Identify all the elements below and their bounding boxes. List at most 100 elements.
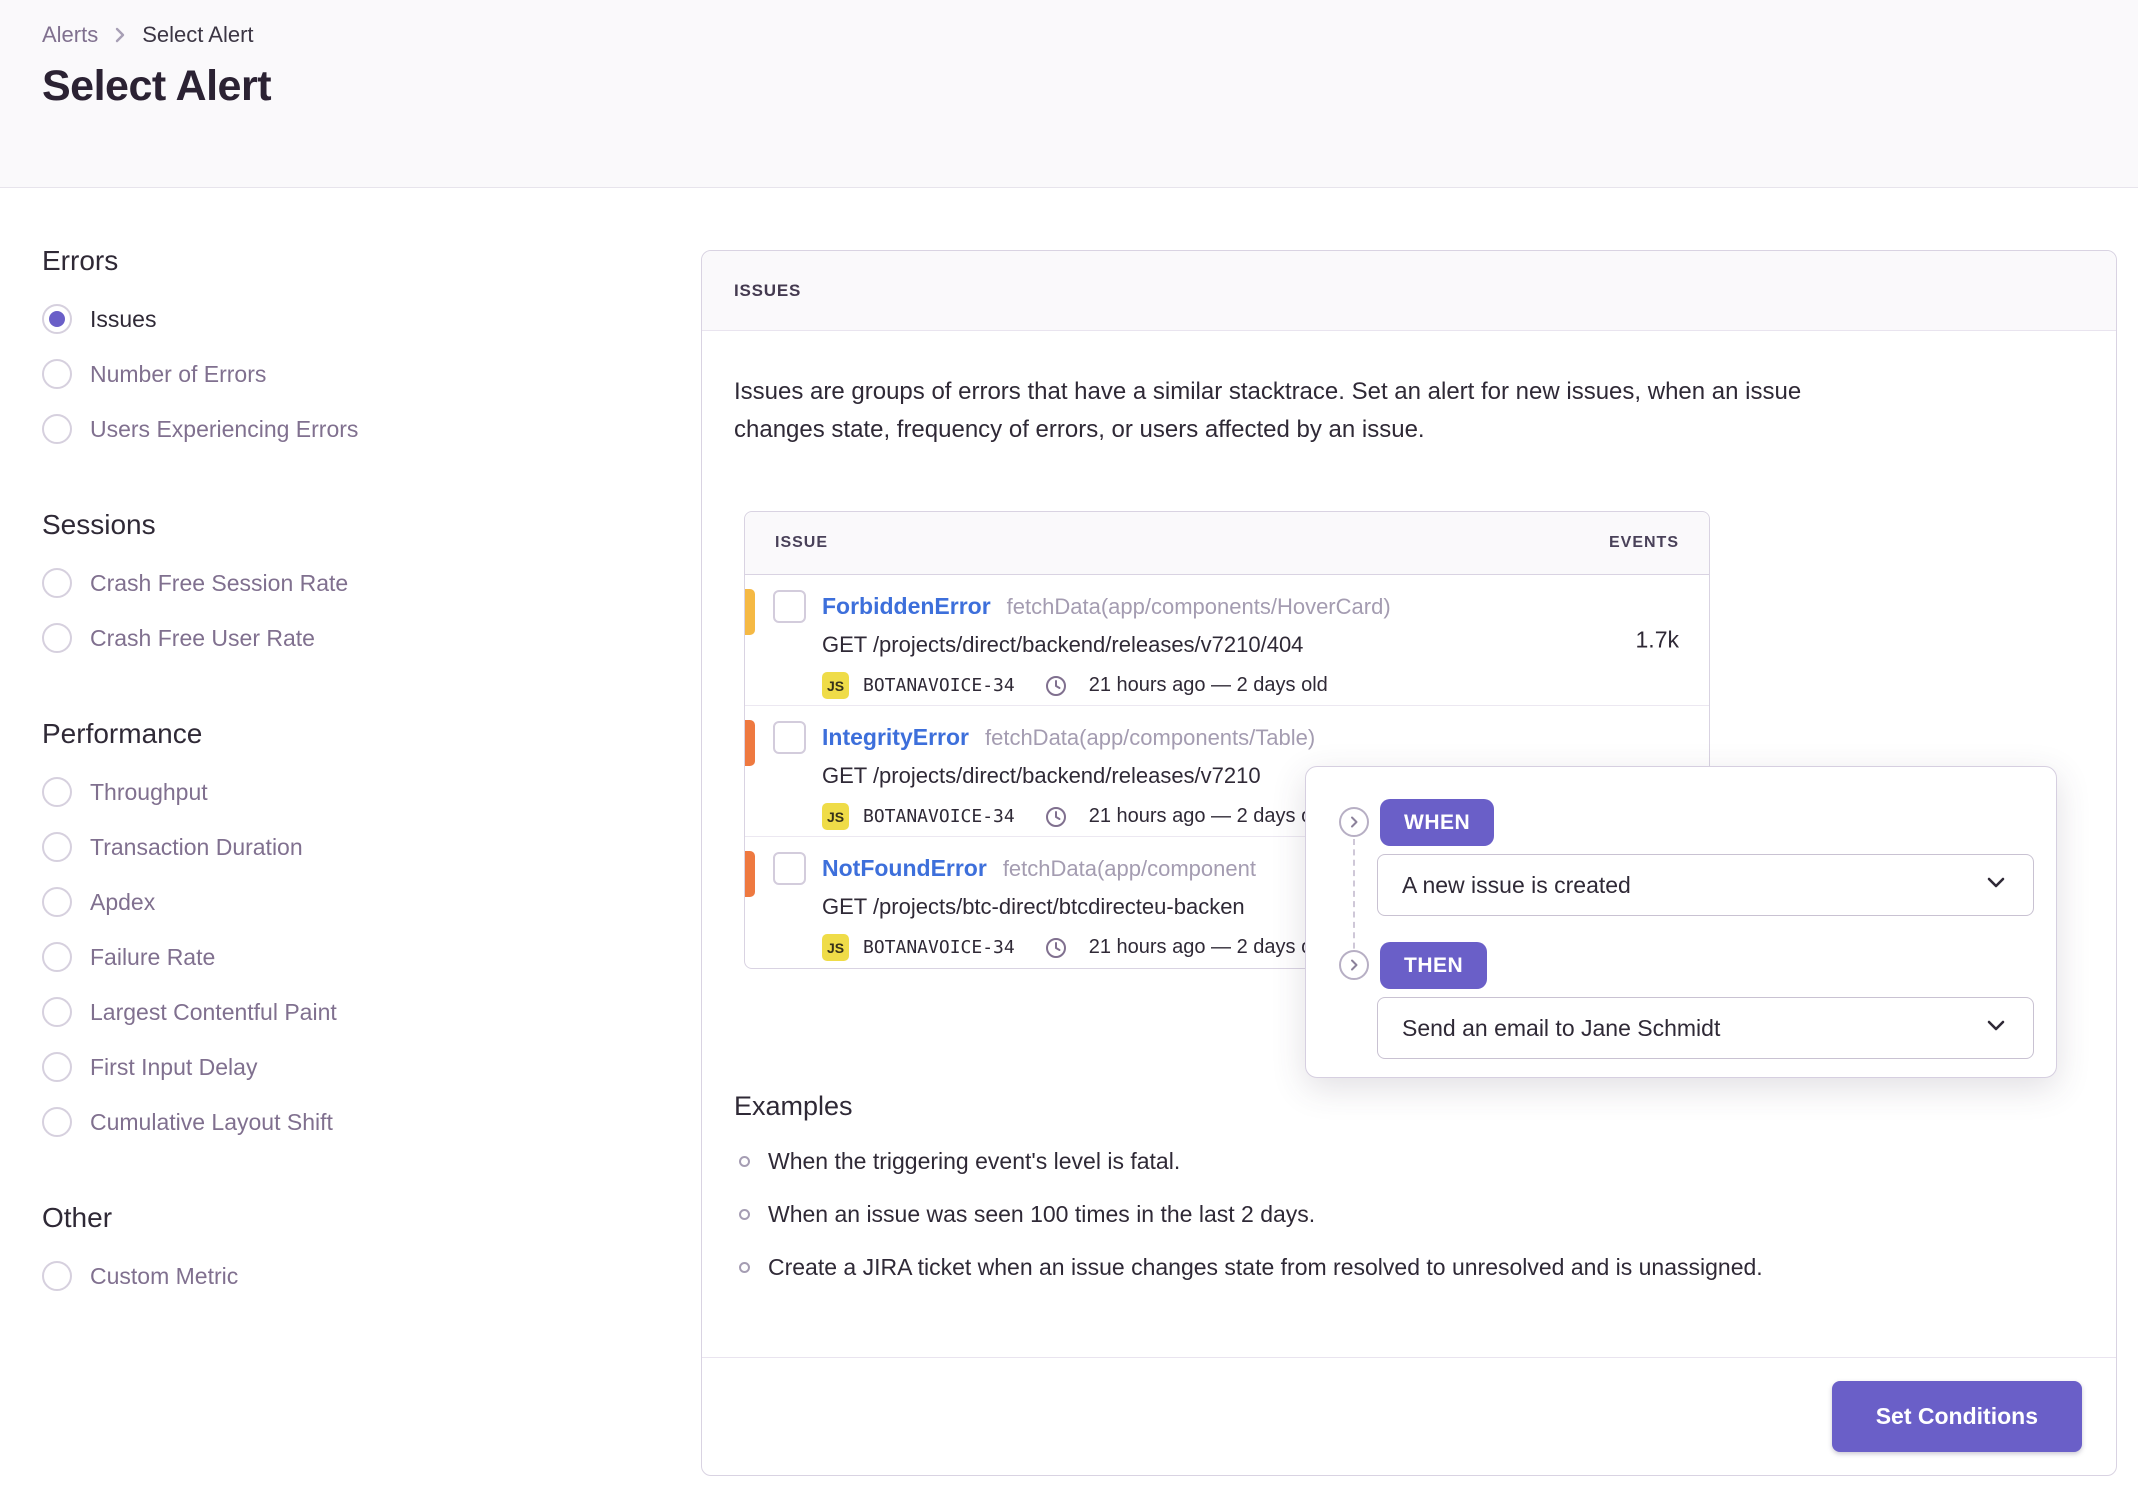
when-condition-select[interactable]: A new issue is created	[1377, 854, 2034, 916]
panel-footer: Set Conditions	[702, 1357, 2116, 1475]
radio-icon[interactable]	[42, 1107, 72, 1137]
example-text: When an issue was seen 100 times in the …	[768, 1201, 1316, 1227]
issue-culprit: fetchData(app/component	[1002, 856, 1256, 881]
connector-dotted-line	[1353, 839, 1355, 959]
examples-section: Examples When the triggering event's lev…	[734, 1091, 2116, 1281]
radio-label: Issues	[90, 305, 157, 332]
then-action-select[interactable]: Send an email to Jane Schmidt	[1377, 997, 2034, 1059]
breadcrumb: Alerts Select Alert	[42, 22, 254, 48]
radio-icon[interactable]	[42, 414, 72, 444]
issue-age: 21 hours ago — 2 days old	[1088, 674, 1328, 696]
example-text: Create a JIRA ticket when an issue chang…	[768, 1254, 1763, 1280]
radio-label: Users Experiencing Errors	[90, 415, 359, 442]
page-title: Select Alert	[42, 62, 272, 110]
list-item: When the triggering event's level is fat…	[734, 1147, 2116, 1175]
radio-icon[interactable]	[42, 997, 72, 1027]
radio-label: Crash Free Session Rate	[90, 569, 349, 596]
issue-title-link[interactable]: ForbiddenError	[822, 593, 991, 620]
sidebar-section-errors: Errors Issues Number of Errors Users Exp…	[42, 245, 512, 445]
clock-icon	[1045, 937, 1067, 959]
breadcrumb-alerts-link[interactable]: Alerts	[42, 22, 98, 48]
issues-panel-title: ISSUES	[734, 280, 802, 300]
sidebar-section-performance: Performance Throughput Transaction Durat…	[42, 718, 512, 1138]
radio-option-users-experiencing-errors[interactable]: Users Experiencing Errors	[42, 413, 512, 445]
list-item: Create a JIRA ticket when an issue chang…	[734, 1253, 2116, 1281]
issue-short-id: BOTANAVOICE-34	[863, 675, 1015, 696]
issue-checkbox[interactable]	[773, 721, 806, 754]
radio-option-crash-free-session-rate[interactable]: Crash Free Session Rate	[42, 567, 512, 599]
issue-checkbox[interactable]	[773, 590, 806, 623]
radio-label: Crash Free User Rate	[90, 624, 315, 651]
issue-level-indicator	[745, 851, 755, 897]
radio-icon[interactable]	[42, 887, 72, 917]
issues-description-line-2: changes state, frequency of errors, or u…	[734, 416, 1425, 443]
column-header-events: EVENTS	[1608, 534, 1679, 551]
list-item: When an issue was seen 100 times in the …	[734, 1200, 2116, 1228]
issue-culprit: fetchData(app/components/HoverCard)	[1006, 594, 1391, 619]
issues-panel-header: ISSUES	[702, 251, 2116, 331]
chevron-right-circle-icon	[1339, 807, 1369, 837]
section-heading-performance: Performance	[42, 718, 203, 749]
issue-path: GET /projects/direct/backend/releases/v7…	[822, 632, 1304, 657]
issue-events-count: 1.7k	[1635, 626, 1679, 653]
radio-label: Custom Metric	[90, 1262, 239, 1289]
radio-option-apdex[interactable]: Apdex	[42, 886, 512, 918]
column-header-issue: ISSUE	[775, 534, 829, 551]
radio-icon[interactable]	[42, 777, 72, 807]
radio-option-largest-contentful-paint[interactable]: Largest Contentful Paint	[42, 996, 512, 1028]
alert-type-sidebar: Errors Issues Number of Errors Users Exp…	[42, 245, 512, 1356]
chevron-down-icon	[1983, 1012, 2009, 1044]
when-then-overlay: WHEN A new issue is created THEN Send an…	[1305, 766, 2057, 1078]
sidebar-section-other: Other Custom Metric	[42, 1202, 512, 1292]
radio-icon[interactable]	[42, 942, 72, 972]
chevron-down-icon	[1983, 869, 2009, 901]
issues-description: Issues are groups of errors that have a …	[734, 373, 2076, 449]
radio-icon[interactable]	[42, 623, 72, 653]
radio-option-custom-metric[interactable]: Custom Metric	[42, 1260, 512, 1292]
then-action-value: Send an email to Jane Schmidt	[1402, 1014, 1721, 1041]
clock-icon	[1045, 675, 1067, 697]
section-heading-sessions: Sessions	[42, 509, 156, 540]
issue-title-link[interactable]: IntegrityError	[822, 724, 969, 751]
radio-option-throughput[interactable]: Throughput	[42, 776, 512, 808]
issue-checkbox[interactable]	[773, 852, 806, 885]
chevron-right-circle-icon	[1339, 950, 1369, 980]
when-condition-value: A new issue is created	[1402, 871, 1631, 898]
example-text: When the triggering event's level is fat…	[768, 1148, 1181, 1174]
javascript-platform-icon: JS	[822, 934, 849, 961]
page-header: Alerts Select Alert Select Alert	[0, 0, 2138, 188]
radio-option-transaction-duration[interactable]: Transaction Duration	[42, 831, 512, 863]
issue-level-indicator	[745, 720, 755, 766]
radio-option-issues[interactable]: Issues	[42, 303, 512, 335]
radio-option-cumulative-layout-shift[interactable]: Cumulative Layout Shift	[42, 1106, 512, 1138]
then-badge: THEN	[1380, 942, 1488, 989]
radio-icon[interactable]	[42, 568, 72, 598]
issue-age: 21 hours ago — 2 days old	[1088, 936, 1328, 958]
radio-label: Largest Contentful Paint	[90, 998, 337, 1025]
radio-selected-icon[interactable]	[42, 304, 72, 334]
radio-option-number-of-errors[interactable]: Number of Errors	[42, 358, 512, 390]
radio-icon[interactable]	[42, 359, 72, 389]
section-heading-errors: Errors	[42, 245, 119, 276]
chevron-right-icon	[112, 27, 128, 43]
issue-age: 21 hours ago — 2 days old	[1088, 805, 1328, 827]
radio-option-failure-rate[interactable]: Failure Rate	[42, 941, 512, 973]
radio-option-crash-free-user-rate[interactable]: Crash Free User Rate	[42, 622, 512, 654]
sidebar-section-sessions: Sessions Crash Free Session Rate Crash F…	[42, 509, 512, 654]
issue-short-id: BOTANAVOICE-34	[863, 937, 1015, 958]
radio-option-first-input-delay[interactable]: First Input Delay	[42, 1051, 512, 1083]
radio-icon[interactable]	[42, 832, 72, 862]
issue-title-link[interactable]: NotFoundError	[822, 855, 987, 882]
radio-icon[interactable]	[42, 1261, 72, 1291]
radio-label: Apdex	[90, 888, 156, 915]
breadcrumb-current: Select Alert	[142, 22, 254, 47]
examples-heading: Examples	[734, 1091, 853, 1121]
section-heading-other: Other	[42, 1202, 113, 1233]
radio-label: Failure Rate	[90, 943, 216, 970]
table-row: ForbiddenError fetchData(app/components/…	[745, 575, 1709, 706]
javascript-platform-icon: JS	[822, 672, 849, 699]
set-conditions-button[interactable]: Set Conditions	[1831, 1381, 2082, 1452]
issue-short-id: BOTANAVOICE-34	[863, 806, 1015, 827]
issue-culprit: fetchData(app/components/Table)	[984, 725, 1316, 750]
radio-icon[interactable]	[42, 1052, 72, 1082]
